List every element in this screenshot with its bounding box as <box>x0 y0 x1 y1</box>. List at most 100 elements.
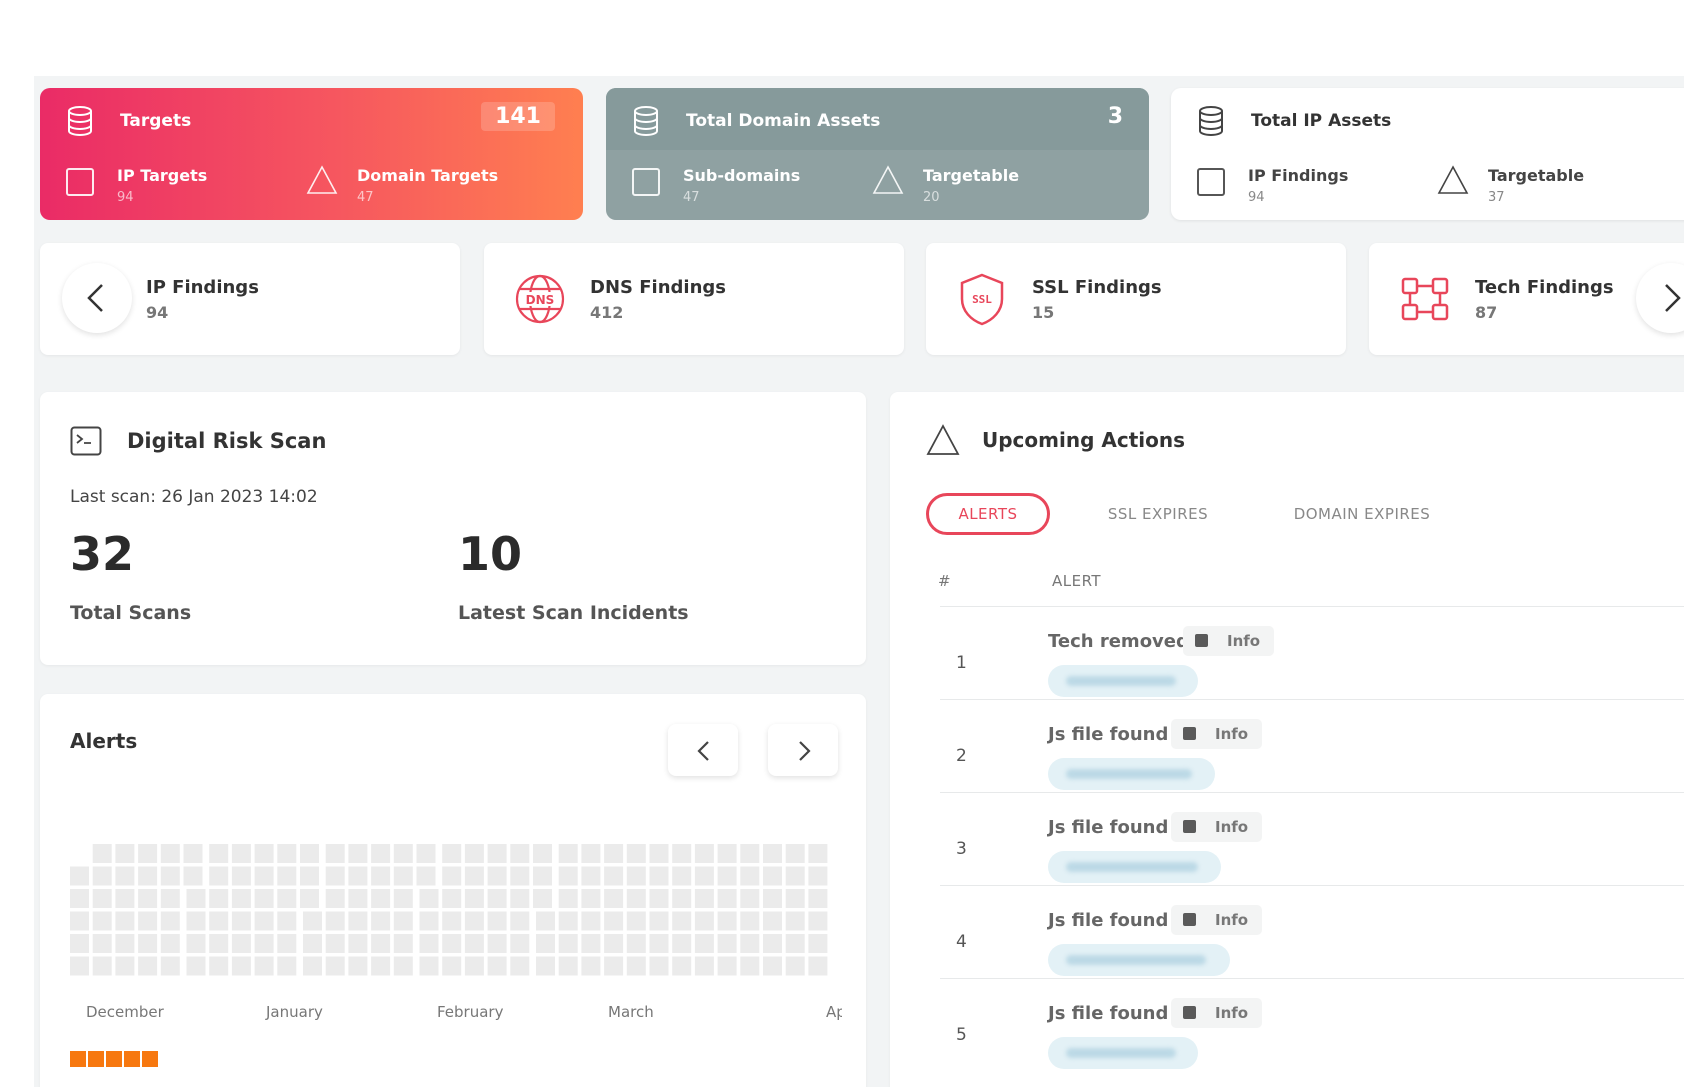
heatmap-day-cell <box>325 956 345 976</box>
heatmap-day-cell <box>740 866 760 886</box>
heatmap-day-cell <box>626 844 646 863</box>
heatmap-day-cell <box>160 844 180 863</box>
finding-value: 15 <box>1032 303 1055 322</box>
alert-row[interactable]: 1 Tech removed Info <box>940 606 1684 699</box>
heatmap-day-cell <box>649 866 669 886</box>
domain-targetable-label: Targetable <box>923 166 1020 185</box>
heatmap-day-cell <box>254 934 274 953</box>
heatmap-day-cell <box>325 911 345 931</box>
alert-row[interactable]: 5 Js file found Info <box>940 978 1684 1071</box>
heatmap-day-cell <box>419 956 439 976</box>
tab-ssl-expires[interactable]: SSL EXPIRES <box>1100 493 1216 535</box>
alerts-panel: Alerts December January February March A… <box>40 694 866 1087</box>
warning-triangle-icon <box>926 424 960 455</box>
heatmap-day-cell <box>626 934 646 953</box>
tab-domain-expires[interactable]: DOMAIN EXPIRES <box>1290 493 1434 535</box>
heatmap-day-cell <box>487 866 507 886</box>
heatmap-day-cell <box>209 889 229 908</box>
column-header-index: # <box>938 572 952 590</box>
globe-dns-icon: DNS <box>515 274 565 324</box>
alert-row[interactable]: 3 Js file found Info <box>940 792 1684 885</box>
heatmap-day-cell <box>183 844 203 863</box>
heatmap-day-cell <box>393 934 413 953</box>
heatmap-day-cell <box>464 866 484 886</box>
alerts-heatmap <box>70 844 828 976</box>
legend-swatch <box>142 1051 158 1067</box>
heatmap-day-cell <box>672 866 692 886</box>
heatmap-day-cell <box>419 911 439 931</box>
severity-label: Info <box>1227 632 1261 650</box>
heatmap-day-cell <box>231 889 251 908</box>
heatmap-day-cell <box>464 911 484 931</box>
heatmap-day-cell <box>442 866 462 886</box>
finding-value: 412 <box>590 303 624 322</box>
legend-swatch <box>106 1051 122 1067</box>
heatmap-day-cell <box>604 956 624 976</box>
heatmap-day-cell <box>487 889 507 908</box>
heatmap-day-cell <box>740 956 760 976</box>
domain-card-header: Total Domain Assets 3 <box>606 88 1149 150</box>
panel-title: Upcoming Actions <box>982 428 1185 452</box>
chevron-right-icon <box>1665 284 1681 312</box>
heatmap-day-cell <box>186 889 206 908</box>
domain-assets-card[interactable]: Total Domain Assets 3 Sub-domains 47 Tar… <box>606 88 1149 220</box>
heatmap-day-cell <box>138 956 158 976</box>
heatmap-day-cell <box>160 956 180 976</box>
month-label: February <box>437 1003 504 1021</box>
heatmap-day-cell <box>785 956 805 976</box>
heatmap-day-cell <box>138 866 158 886</box>
heatmap-day-cell <box>581 844 601 863</box>
column-header-alert: ALERT <box>1052 572 1102 590</box>
heatmap-day-cell <box>348 889 368 908</box>
ssl-findings-card[interactable]: SSL SSL Findings 15 <box>926 243 1346 355</box>
last-scan-time: Last scan: 26 Jan 2023 14:02 <box>70 487 318 507</box>
square-icon <box>632 168 660 196</box>
heatmap-day-cell <box>393 911 413 931</box>
heatmap-day-cell <box>254 911 274 931</box>
tab-alerts[interactable]: ALERTS <box>926 493 1050 535</box>
heatmap-day-cell <box>785 844 805 863</box>
heatmap-day-cell <box>209 911 229 931</box>
heatmap-day-cell <box>694 956 714 976</box>
nodes-icon <box>1401 277 1449 321</box>
blurred-text <box>1066 955 1206 965</box>
severity-label: Info <box>1215 725 1249 743</box>
subdomains-value: 47 <box>683 190 700 205</box>
heatmap-day-cell <box>604 889 624 908</box>
chevron-right-icon <box>799 741 811 761</box>
month-label: March <box>608 1003 654 1021</box>
heatmap-day-cell <box>115 911 135 931</box>
finding-value: 87 <box>1475 303 1498 322</box>
heatmap-day-cell <box>672 911 692 931</box>
targets-card[interactable]: Targets 141 IP Targets 94 Domain Targets… <box>40 88 583 220</box>
heatmap-day-cell <box>183 866 203 886</box>
alerts-next-button[interactable] <box>768 724 838 776</box>
alert-index: 2 <box>956 746 967 766</box>
alerts-prev-button[interactable] <box>668 724 738 776</box>
severity-label: Info <box>1215 1004 1249 1022</box>
heatmap-day-cell <box>277 934 297 953</box>
heatmap-day-cell <box>138 889 158 908</box>
severity-dot-icon <box>1195 634 1208 647</box>
carousel-prev-button[interactable] <box>62 263 132 333</box>
heatmap-day-cell <box>581 934 601 953</box>
alert-title: Js file found <box>1048 910 1169 931</box>
alert-row[interactable]: 4 Js file found Info <box>940 885 1684 978</box>
severity-badge: Info <box>1183 626 1275 656</box>
severity-dot-icon <box>1183 820 1196 833</box>
alert-row[interactable]: 2 Js file found Info <box>940 699 1684 792</box>
heatmap-day-cell <box>92 911 112 931</box>
heatmap-day-cell <box>763 911 782 931</box>
heatmap-day-cell <box>510 956 530 976</box>
square-icon <box>1197 168 1225 196</box>
ip-assets-card[interactable]: Total IP Assets 0 IP Findings 94 Targeta… <box>1171 88 1684 220</box>
heatmap-day-cell <box>604 911 624 931</box>
heatmap-day-cell <box>694 844 714 863</box>
incidents-label: Latest Scan Incidents <box>458 602 689 624</box>
heatmap-day-cell <box>209 866 229 886</box>
dns-findings-card[interactable]: DNS DNS Findings 412 <box>484 243 904 355</box>
ssl-icon-text: SSL <box>972 293 992 306</box>
heatmap-day-cell <box>300 844 319 863</box>
heatmap-day-cell <box>277 866 297 886</box>
heatmap-day-cell <box>785 866 805 886</box>
